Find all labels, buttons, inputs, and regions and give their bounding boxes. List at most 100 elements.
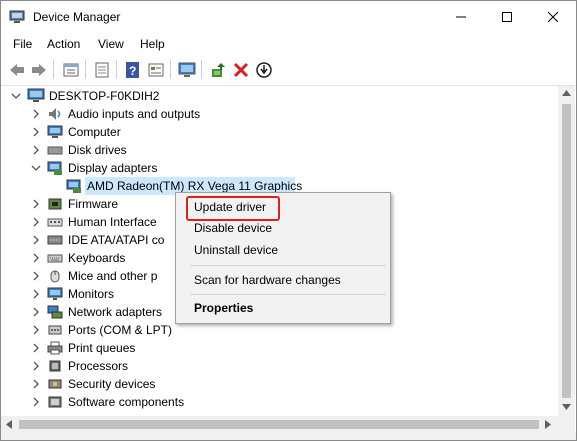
- scan-download-icon: [256, 62, 272, 78]
- chevron-right-icon[interactable]: [31, 397, 41, 407]
- chevron-right-icon[interactable]: [31, 289, 41, 299]
- ide-controller-icon: [47, 235, 63, 245]
- menu-item-update-driver[interactable]: Update driver: [194, 200, 266, 214]
- menu-item-disable-device[interactable]: Disable device: [194, 221, 272, 235]
- tree-item-print-queues[interactable]: Print queues: [1, 339, 558, 357]
- chevron-down-icon[interactable]: [11, 91, 21, 101]
- context-menu: Update driver Disable device Uninstall d…: [175, 192, 391, 324]
- scroll-right-icon[interactable]: [545, 420, 551, 429]
- scroll-up-icon[interactable]: [562, 90, 571, 96]
- display-adapter-icon: [47, 161, 62, 175]
- help-icon: ?: [126, 62, 139, 78]
- tree-root[interactable]: DESKTOP-F0KDIH2: [1, 87, 558, 105]
- show-hidden-icon: [95, 62, 109, 78]
- tree-item-label: Processors: [68, 359, 129, 373]
- menu-bar: File Action View Help: [1, 33, 576, 55]
- tree-item-processors[interactable]: Processors: [1, 357, 558, 375]
- uninstall-x-icon: [233, 62, 249, 78]
- tree-item-software[interactable]: Software components: [1, 393, 558, 411]
- tree-item-audio[interactable]: Audio inputs and outputs: [1, 105, 558, 123]
- menu-item-uninstall-device[interactable]: Uninstall device: [194, 243, 278, 257]
- scroll-down-icon[interactable]: [562, 404, 571, 410]
- printer-icon: [47, 341, 63, 355]
- monitor-icon: [47, 287, 63, 300]
- chevron-right-icon[interactable]: [31, 343, 41, 353]
- chevron-right-icon[interactable]: [31, 271, 41, 281]
- tree-item-label: Monitors: [68, 287, 115, 301]
- chevron-right-icon[interactable]: [31, 127, 41, 137]
- tree-item-label: IDE ATA/ATAPI co: [68, 233, 165, 247]
- menu-separator: [190, 294, 386, 295]
- tree-item-label: Keyboards: [68, 251, 126, 265]
- firmware-icon: [48, 198, 62, 210]
- properties-icon: [63, 63, 79, 77]
- speaker-icon: [49, 108, 61, 120]
- close-icon: [548, 12, 558, 22]
- chevron-right-icon[interactable]: [31, 379, 41, 389]
- tree-item-label: Security devices: [68, 377, 156, 391]
- menu-help[interactable]: Help: [140, 37, 165, 51]
- maximize-icon: [502, 12, 512, 22]
- disk-drive-icon: [47, 146, 63, 155]
- tree-item-label: Disk drives: [68, 143, 127, 157]
- monitor-icon: [178, 62, 196, 77]
- tree-item-label: Audio inputs and outputs: [68, 107, 201, 121]
- processor-icon: [49, 360, 61, 372]
- menu-separator: [190, 265, 386, 266]
- mouse-icon: [50, 270, 60, 283]
- tree-item-label: Network adapters: [68, 305, 163, 319]
- device-manager-icon: [9, 10, 25, 27]
- chevron-right-icon[interactable]: [31, 217, 41, 227]
- update-driver-icon: [212, 63, 225, 77]
- tree-item-label: AMD Radeon(TM) RX Vega 11 Graphics: [87, 179, 303, 193]
- chevron-down-icon[interactable]: [31, 163, 41, 173]
- tree-item-display-adapters[interactable]: Display adapters: [1, 159, 558, 177]
- chevron-right-icon[interactable]: [31, 109, 41, 119]
- network-adapter-icon: [47, 305, 63, 319]
- tree-item-security[interactable]: Security devices: [1, 375, 558, 393]
- menu-item-scan[interactable]: Scan for hardware changes: [194, 273, 341, 287]
- view-button[interactable]: [145, 59, 167, 81]
- update-driver-button[interactable]: [207, 59, 229, 81]
- scroll-left-icon[interactable]: [6, 420, 12, 429]
- chevron-right-icon[interactable]: [31, 325, 41, 335]
- properties-button[interactable]: [60, 59, 82, 81]
- forward-button[interactable]: [28, 59, 50, 81]
- tree-item-label: Display adapters: [68, 161, 158, 175]
- menu-action[interactable]: Action: [47, 37, 80, 51]
- back-button[interactable]: [6, 59, 28, 81]
- display-adapter-icon: [66, 179, 81, 193]
- window-title: Device Manager: [33, 10, 121, 24]
- vertical-scroll-thumb[interactable]: [562, 104, 571, 398]
- tree-item-disk-drives[interactable]: Disk drives: [1, 141, 558, 159]
- back-arrow-icon: [10, 64, 24, 76]
- tree-item-label: Software components: [68, 395, 185, 409]
- minimize-icon: [456, 16, 466, 18]
- close-button[interactable]: [530, 1, 576, 33]
- menu-view[interactable]: View: [98, 37, 124, 51]
- menu-file[interactable]: File: [13, 37, 32, 51]
- scan-button[interactable]: [253, 59, 275, 81]
- chevron-right-icon[interactable]: [31, 307, 41, 317]
- chevron-right-icon[interactable]: [31, 235, 41, 245]
- chevron-right-icon[interactable]: [31, 361, 41, 371]
- vertical-scrollbar[interactable]: [558, 86, 575, 416]
- tree-item-computer[interactable]: Computer: [1, 123, 558, 141]
- port-icon: [48, 325, 62, 335]
- horizontal-scrollbar[interactable]: [1, 416, 558, 433]
- uninstall-button[interactable]: [230, 59, 252, 81]
- minimize-button[interactable]: [438, 1, 484, 33]
- menu-item-properties[interactable]: Properties: [194, 301, 253, 315]
- tree-item-label: Mice and other p: [68, 269, 158, 283]
- horizontal-scroll-thumb[interactable]: [19, 420, 539, 429]
- tree-item-label: Computer: [68, 125, 121, 139]
- view-icon: [148, 63, 164, 77]
- maximize-button[interactable]: [484, 1, 530, 33]
- monitor-button[interactable]: [176, 59, 198, 81]
- chevron-right-icon[interactable]: [31, 199, 41, 209]
- chevron-right-icon[interactable]: [31, 253, 41, 263]
- show-hidden-button[interactable]: [91, 59, 113, 81]
- help-button[interactable]: ?: [122, 59, 144, 81]
- chevron-right-icon[interactable]: [31, 145, 41, 155]
- tree-item-label: Human Interface: [68, 215, 157, 229]
